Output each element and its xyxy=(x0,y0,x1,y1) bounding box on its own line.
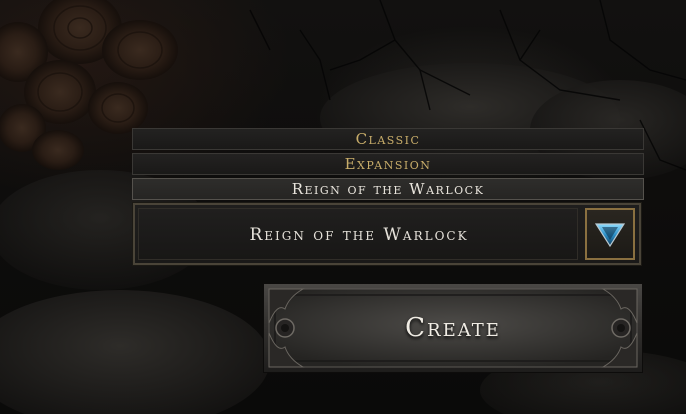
select-field: Reign of the Warlock xyxy=(138,208,578,260)
option-reign-of-the-warlock[interactable]: Reign of the Warlock xyxy=(132,178,644,200)
create-button[interactable]: Create xyxy=(263,283,643,373)
select-current-value: Reign of the Warlock xyxy=(249,225,469,245)
log-end xyxy=(102,20,178,80)
create-button-label: Create xyxy=(405,313,501,343)
log-end xyxy=(88,82,148,134)
dropdown-toggle-button[interactable] xyxy=(585,208,635,260)
rock xyxy=(0,290,270,414)
option-classic[interactable]: Classic xyxy=(132,128,644,150)
log-end xyxy=(32,130,84,170)
game-scene: Classic Expansion Reign of the Warlock R… xyxy=(0,0,686,414)
version-select[interactable]: Reign of the Warlock xyxy=(132,202,642,266)
triangle-down-gem-icon xyxy=(594,223,626,248)
version-options-list: Classic Expansion Reign of the Warlock xyxy=(132,128,644,203)
option-expansion[interactable]: Expansion xyxy=(132,153,644,175)
